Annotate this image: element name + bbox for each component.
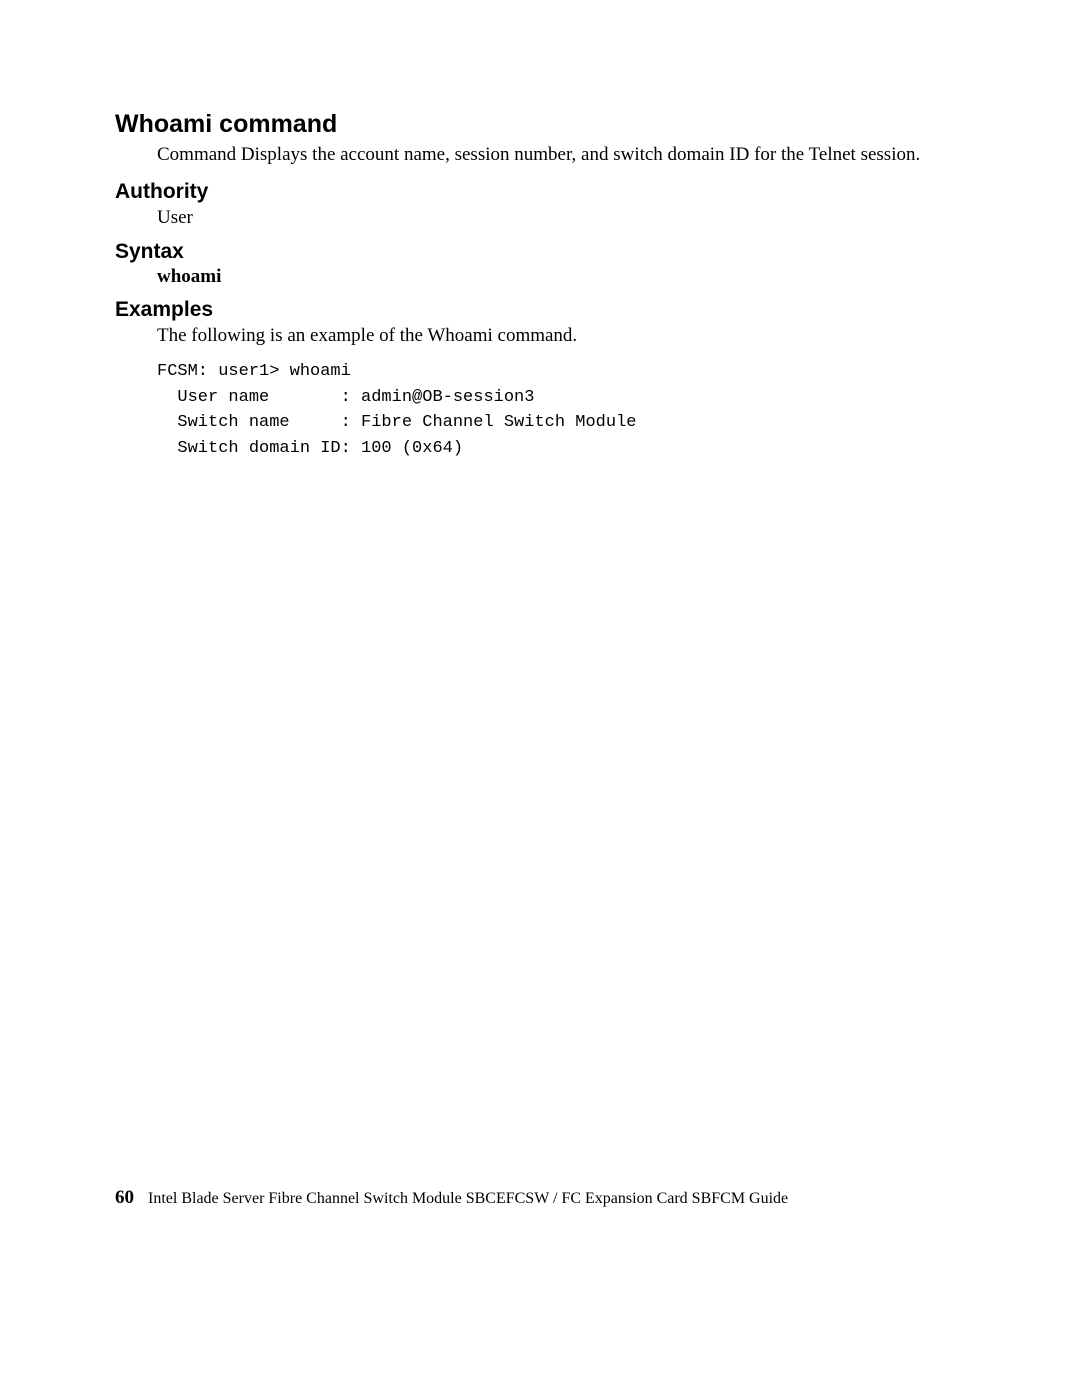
- examples-heading: Examples: [115, 298, 965, 322]
- page-number: 60: [115, 1187, 134, 1208]
- authority-text: User: [157, 206, 965, 231]
- command-description: Command Displays the account name, sessi…: [157, 143, 965, 168]
- examples-intro: The following is an example of the Whoam…: [157, 324, 965, 349]
- page-title: Whoami command: [115, 110, 965, 139]
- syntax-text: whoami: [157, 266, 965, 288]
- page-container: Whoami command Command Displays the acco…: [0, 0, 1080, 1397]
- syntax-heading: Syntax: [115, 240, 965, 264]
- page-footer: 60 Intel Blade Server Fibre Channel Swit…: [115, 1187, 788, 1209]
- footer-text: Intel Blade Server Fibre Channel Switch …: [148, 1190, 788, 1207]
- authority-heading: Authority: [115, 180, 965, 204]
- examples-code: FCSM: user1> whoami User name : admin@OB…: [157, 359, 965, 461]
